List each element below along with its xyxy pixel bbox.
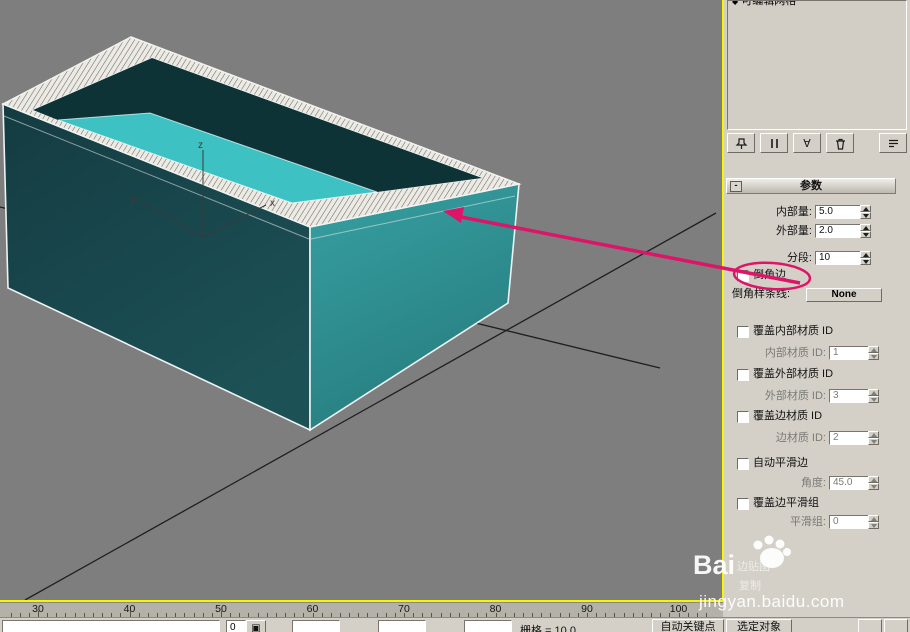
gizmo-z-label: z xyxy=(198,140,203,151)
transform-x-field[interactable] xyxy=(292,620,340,632)
diamond-icon: ◆ xyxy=(732,0,739,6)
angle-label: 角度: xyxy=(800,477,826,489)
trackbar[interactable]: 30 40 50 60 70 80 90 100 xyxy=(0,602,723,618)
make-unique-icon: ∀ xyxy=(803,137,811,150)
override-smooth-label: 覆盖边平滑组 xyxy=(753,497,819,509)
angle-spinner[interactable] xyxy=(868,476,879,490)
edge-mat-row: 边材质 ID: 2 xyxy=(724,431,910,446)
override-inner-label: 覆盖内部材质 ID xyxy=(753,325,834,337)
gizmo-x-label: x xyxy=(270,198,275,209)
override-smooth-checkbox[interactable] xyxy=(737,498,749,510)
bevel-edges-label: 倒角边 xyxy=(753,269,786,281)
rollout-title: 参数 xyxy=(800,180,822,192)
modifier-stack-list[interactable]: ◆ 可编辑网格 xyxy=(727,0,907,130)
segments-field[interactable]: 10 xyxy=(815,251,862,265)
auto-smooth-checkbox[interactable] xyxy=(737,458,749,470)
gizmo-y-label: y xyxy=(131,194,136,205)
inner-mat-field[interactable]: 1 xyxy=(829,346,870,360)
inner-mat-spinner[interactable] xyxy=(868,346,879,360)
inner-amount-spinner[interactable] xyxy=(860,205,871,219)
outer-amount-label: 外部量: xyxy=(775,225,812,237)
prompt-field xyxy=(2,620,220,632)
angle-row: 角度: 45.0 xyxy=(724,476,910,491)
time-control-button[interactable] xyxy=(858,619,882,632)
list-icon xyxy=(888,139,898,147)
auto-smooth-label: 自动平滑边 xyxy=(753,457,808,469)
smooth-grp-field[interactable]: 0 xyxy=(829,515,870,529)
outer-amount-row: 外部量: 2.0 xyxy=(724,224,910,239)
outer-amount-spinner[interactable] xyxy=(860,224,871,238)
edge-mat-field[interactable]: 2 xyxy=(829,431,870,445)
rollout-collapse-icon[interactable]: - xyxy=(730,181,742,192)
override-edge-label: 覆盖边材质 ID xyxy=(753,410,823,422)
modifier-stack-item-label: 可编辑网格 xyxy=(741,0,797,7)
smooth-grp-label: 平滑组: xyxy=(789,516,826,528)
angle-field[interactable]: 45.0 xyxy=(829,476,870,490)
selection-lock-button[interactable]: ▣ xyxy=(246,620,266,632)
segments-label: 分段: xyxy=(786,252,812,264)
bevel-spline-label: 倒角样条线: xyxy=(732,288,791,300)
grid-size-label: 栅格 = 10.0 xyxy=(520,625,576,632)
inner-mat-label: 内部材质 ID: xyxy=(764,347,826,359)
transform-y-field[interactable] xyxy=(378,620,426,632)
parameters-rollout-header[interactable]: - 参数 xyxy=(726,178,896,194)
make-unique-button[interactable]: ∀ xyxy=(793,133,821,153)
perspective-viewport[interactable]: z x y xyxy=(0,0,724,602)
viewport-scene: z x y xyxy=(0,36,717,601)
edge-map-value-dropdown[interactable]: 复制 xyxy=(739,577,761,593)
override-inner-row: 覆盖内部材质 ID xyxy=(724,325,910,340)
show-end-result-button[interactable] xyxy=(760,133,788,153)
modifier-stack-toolbar: ∀ xyxy=(727,133,907,153)
outer-mat-label: 外部材质 ID: xyxy=(764,390,826,402)
override-inner-checkbox[interactable] xyxy=(737,326,749,338)
outer-mat-field[interactable]: 3 xyxy=(829,389,870,403)
override-outer-checkbox[interactable] xyxy=(737,369,749,381)
inner-amount-field[interactable]: 5.0 xyxy=(815,205,862,219)
viewport-nav-button[interactable] xyxy=(884,619,908,632)
auto-smooth-row: 自动平滑边 xyxy=(724,457,910,472)
smooth-grp-row: 平滑组: 0 xyxy=(724,515,910,530)
auto-key-button[interactable]: 自动关键点 xyxy=(652,619,724,632)
bevel-edges-checkbox[interactable] xyxy=(737,270,749,282)
override-edge-checkbox[interactable] xyxy=(737,411,749,423)
transform-z-field[interactable] xyxy=(464,620,512,632)
counter-field[interactable]: 0 xyxy=(226,620,246,632)
bevel-edges-row: 倒角边 xyxy=(724,269,910,284)
remove-modifier-button[interactable] xyxy=(826,133,854,153)
inner-mat-row: 内部材质 ID: 1 xyxy=(724,346,910,361)
pin-stack-button[interactable] xyxy=(727,133,755,153)
outer-mat-row: 外部材质 ID: 3 xyxy=(724,389,910,404)
key-filter-button[interactable]: 选定对象 xyxy=(726,619,792,632)
outer-mat-spinner[interactable] xyxy=(868,389,879,403)
segments-spinner[interactable] xyxy=(860,251,871,265)
segments-row: 分段: 10 xyxy=(724,251,910,266)
override-smooth-row: 覆盖边平滑组 xyxy=(724,497,910,512)
override-outer-label: 覆盖外部材质 ID xyxy=(753,368,834,380)
trash-icon xyxy=(835,138,845,150)
bevel-spline-row: 倒角样条线: None xyxy=(724,288,910,303)
edge-map-label: 边贴图 xyxy=(737,561,770,573)
command-panel: ◆ 可编辑网格 ∀ - 参数 内部量: 5.0 外部量: 2.0 分段: 10 … xyxy=(724,0,910,617)
modifier-stack-item[interactable]: ◆ 可编辑网格 xyxy=(728,0,906,8)
status-bar: 0 ▣ 栅格 = 10.0 自动关键点 选定对象 xyxy=(0,617,910,632)
override-outer-row: 覆盖外部材质 ID xyxy=(724,368,910,383)
inner-amount-label: 内部量: xyxy=(775,206,812,218)
smooth-grp-spinner[interactable] xyxy=(868,515,879,529)
edge-mat-label: 边材质 ID: xyxy=(775,432,826,444)
override-edge-row: 覆盖边材质 ID xyxy=(724,410,910,425)
inner-amount-row: 内部量: 5.0 xyxy=(724,205,910,220)
configure-modifier-sets-button[interactable] xyxy=(879,133,907,153)
pin-stack-icon xyxy=(735,137,747,149)
outer-amount-field[interactable]: 2.0 xyxy=(815,224,862,238)
edge-mat-spinner[interactable] xyxy=(868,431,879,445)
show-end-result-icon xyxy=(770,138,778,148)
bevel-spline-none-button[interactable]: None xyxy=(806,288,882,302)
